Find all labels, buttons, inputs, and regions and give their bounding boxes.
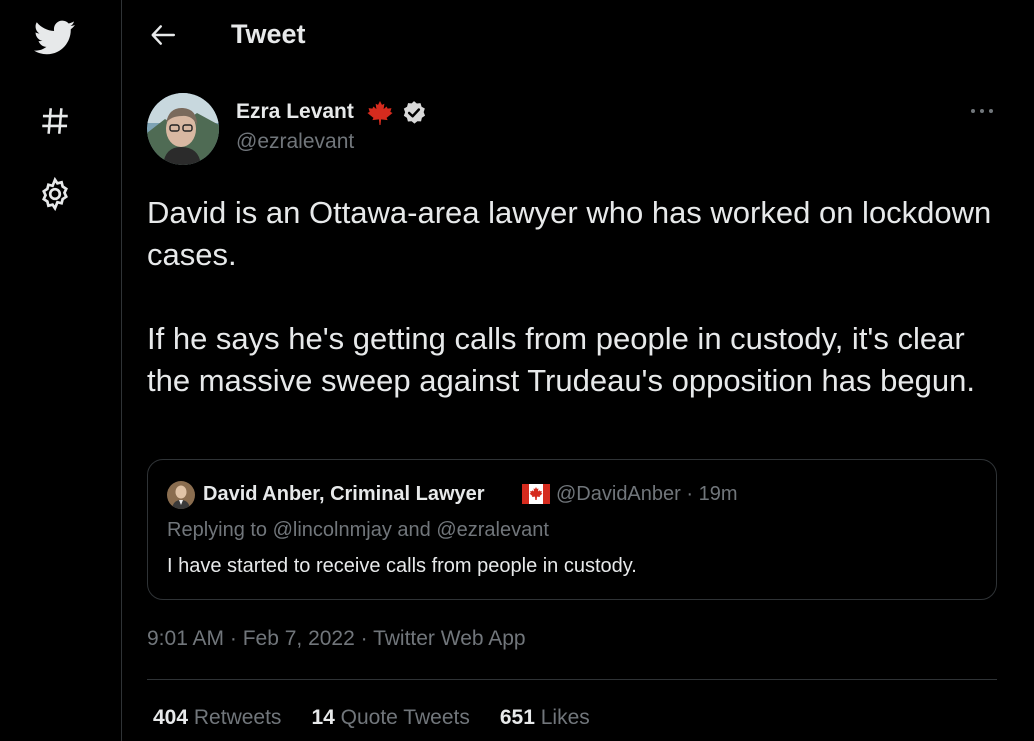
quote-tweets-label: Quote Tweets: [340, 706, 470, 729]
page-title: Tweet: [231, 19, 306, 49]
maple-leaf-icon: [366, 101, 394, 130]
hashtag-icon[interactable]: [34, 100, 76, 142]
tweet-stats: 404 Retweets 14 Quote Tweets 651 Likes: [153, 706, 590, 730]
tweet-timestamp[interactable]: 9:01 AM · Feb 7, 2022 · Twitter Web App: [147, 627, 526, 651]
quoted-author-name[interactable]: David Anber, Criminal Lawyer: [203, 483, 485, 506]
quoted-replying-to: Replying to @lincolnmjay and @ezralevant: [167, 519, 549, 541]
likes-label: Likes: [540, 706, 590, 729]
retweets-stat[interactable]: 404 Retweets: [153, 706, 281, 730]
verified-badge-icon: [401, 100, 427, 131]
retweets-label: Retweets: [193, 706, 282, 729]
quoted-handle-time[interactable]: @DavidAnber · 19m: [556, 483, 737, 506]
author-name[interactable]: Ezra Levant: [236, 100, 354, 124]
gear-icon[interactable]: [34, 173, 76, 215]
divider: [147, 679, 997, 680]
back-arrow-icon[interactable]: [146, 18, 180, 52]
more-options-icon[interactable]: [965, 97, 999, 125]
canada-flag-icon: [522, 484, 550, 509]
quoted-tweet[interactable]: David Anber, Criminal Lawyer @DavidAnber…: [147, 459, 997, 600]
quote-tweets-stat[interactable]: 14 Quote Tweets: [311, 706, 469, 730]
tweet-text: David is an Ottawa-area lawyer who has w…: [147, 192, 1007, 402]
header: Tweet: [122, 0, 1034, 72]
likes-stat[interactable]: 651 Likes: [500, 706, 590, 730]
likes-count: 651: [499, 706, 535, 729]
author-handle[interactable]: @ezralevant: [236, 130, 354, 154]
avatar[interactable]: [147, 93, 219, 165]
sidebar: [0, 0, 122, 741]
tweet-paragraph: If he says he's getting calls from peopl…: [147, 321, 975, 398]
retweets-count: 404: [153, 706, 189, 729]
main-column: Tweet Ezra Levant @ezralevant David is a…: [122, 0, 1034, 741]
quoted-tweet-text: I have started to receive calls from peo…: [167, 555, 637, 577]
twitter-logo-icon[interactable]: [34, 17, 76, 59]
quoted-avatar[interactable]: [167, 481, 195, 509]
tweet-paragraph: David is an Ottawa-area lawyer who has w…: [147, 195, 992, 272]
quote-tweets-count: 14: [311, 706, 335, 729]
